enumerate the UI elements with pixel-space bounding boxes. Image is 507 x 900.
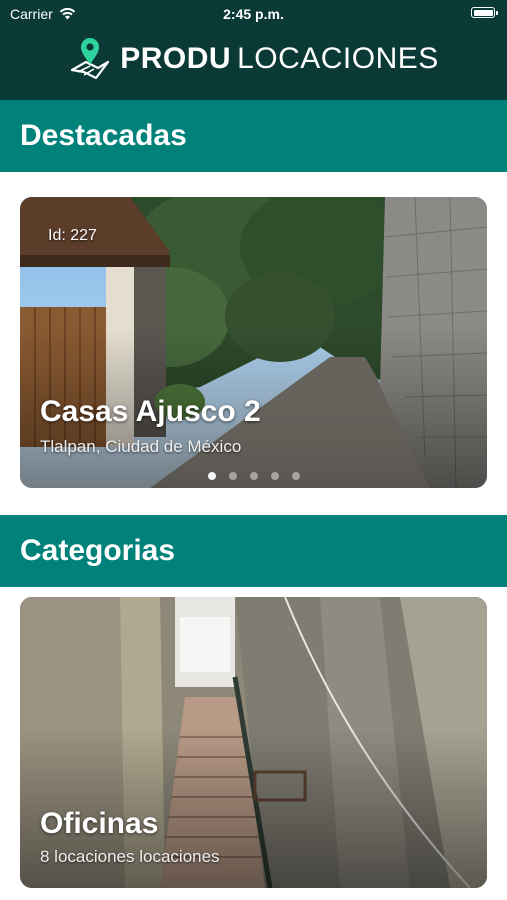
location-pin-map-icon [71,38,110,80]
section-categories-title: Categorias [20,534,176,567]
page-dot[interactable] [270,472,279,480]
battery-icon [471,7,498,18]
featured-location-card[interactable]: Id: 227 Casas Ajusco 2 Tlalpan, Ciudad d… [20,197,487,488]
brand-name: PRODU LOCACIONES [120,42,439,76]
status-bar: Carrier 2:45 p.m. [0,0,507,28]
featured-card-title: Casas Ajusco 2 [40,395,261,428]
app-logo: PRODU LOCACIONES [0,34,507,84]
brand-light: LOCACIONES [237,42,439,75]
category-card-oficinas[interactable]: Oficinas 8 locaciones locaciones [20,597,487,888]
brand-bold: PRODU [120,42,232,75]
section-categories-header: Categorias [0,515,507,587]
section-featured-header: Destacadas [0,100,507,172]
featured-card-subtitle: Tlalpan, Ciudad de México [40,437,242,456]
page-dot[interactable] [249,472,258,480]
status-time: 2:45 p.m. [223,6,284,22]
section-featured-title: Destacadas [20,119,187,152]
category-card-subtitle: 8 locaciones locaciones [40,847,220,866]
page-dot[interactable] [228,472,237,480]
category-card-title: Oficinas [40,807,159,840]
page-dot[interactable] [291,472,300,480]
carousel-page-indicator[interactable] [20,472,487,480]
location-id: Id: 227 [48,227,97,244]
app-header: Carrier 2:45 p.m. PRODU LOCACIONES [0,0,507,100]
page-dot[interactable] [207,472,216,480]
